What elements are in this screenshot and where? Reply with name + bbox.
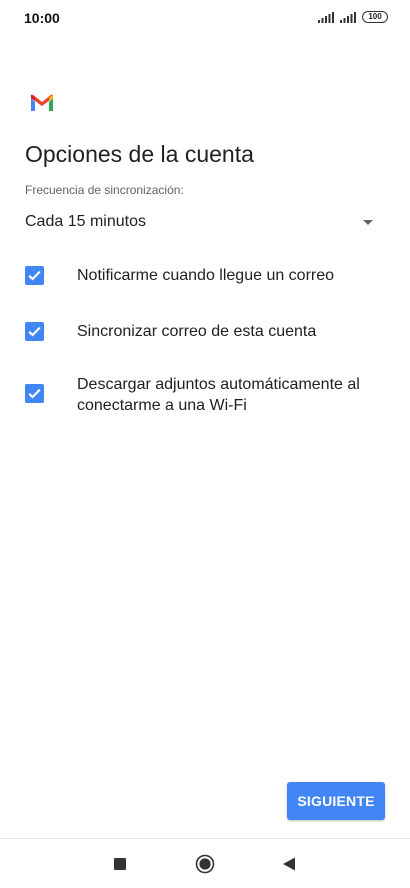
home-circle-icon [195, 854, 215, 874]
checkmark-icon [28, 326, 41, 337]
status-time: 10:00 [24, 10, 60, 26]
notify-option-label: Notificarme cuando llegue un correo [77, 267, 335, 284]
checkmark-icon [28, 388, 41, 399]
account-options-screen: 10:00 100 Opciones de la cuenta Frecuenc… [0, 0, 410, 888]
battery-icon: 100 [362, 11, 388, 23]
home-button[interactable] [192, 851, 218, 877]
notify-new-mail-option[interactable]: Notificarme cuando llegue un correo [25, 265, 385, 286]
recents-button[interactable] [107, 851, 133, 877]
next-button[interactable]: SIGUIENTE [287, 782, 385, 820]
checkmark-icon [28, 270, 41, 281]
sync-account-option[interactable]: Sincronizar correo de esta cuenta [25, 321, 385, 342]
download-attachments-checkbox[interactable] [25, 384, 44, 403]
recents-square-icon [114, 858, 126, 870]
sync-frequency-dropdown[interactable]: Cada 15 minutos [25, 205, 385, 239]
download-attachments-option[interactable]: Descargar adjuntos automáticamente al co… [25, 374, 385, 416]
back-button[interactable] [276, 851, 302, 877]
sync-frequency-label: Frecuencia de sincronización: [25, 183, 184, 197]
navigation-bar [0, 839, 410, 888]
signal-icon [318, 11, 334, 23]
download-attachments-label: Descargar adjuntos automáticamente al co… [77, 376, 360, 414]
sync-checkbox[interactable] [25, 322, 44, 341]
signal-icon-sim2 [340, 11, 356, 23]
back-triangle-icon [283, 857, 295, 871]
notify-checkbox[interactable] [25, 266, 44, 285]
gmail-logo-icon [31, 94, 53, 111]
status-bar: 10:00 100 [0, 0, 410, 36]
sync-frequency-value: Cada 15 minutos [25, 213, 146, 230]
dropdown-arrow-icon [363, 219, 373, 225]
status-icons: 100 [318, 11, 388, 23]
page-title: Opciones de la cuenta [25, 141, 254, 167]
sync-option-label: Sincronizar correo de esta cuenta [77, 323, 317, 340]
battery-level: 100 [368, 12, 382, 21]
